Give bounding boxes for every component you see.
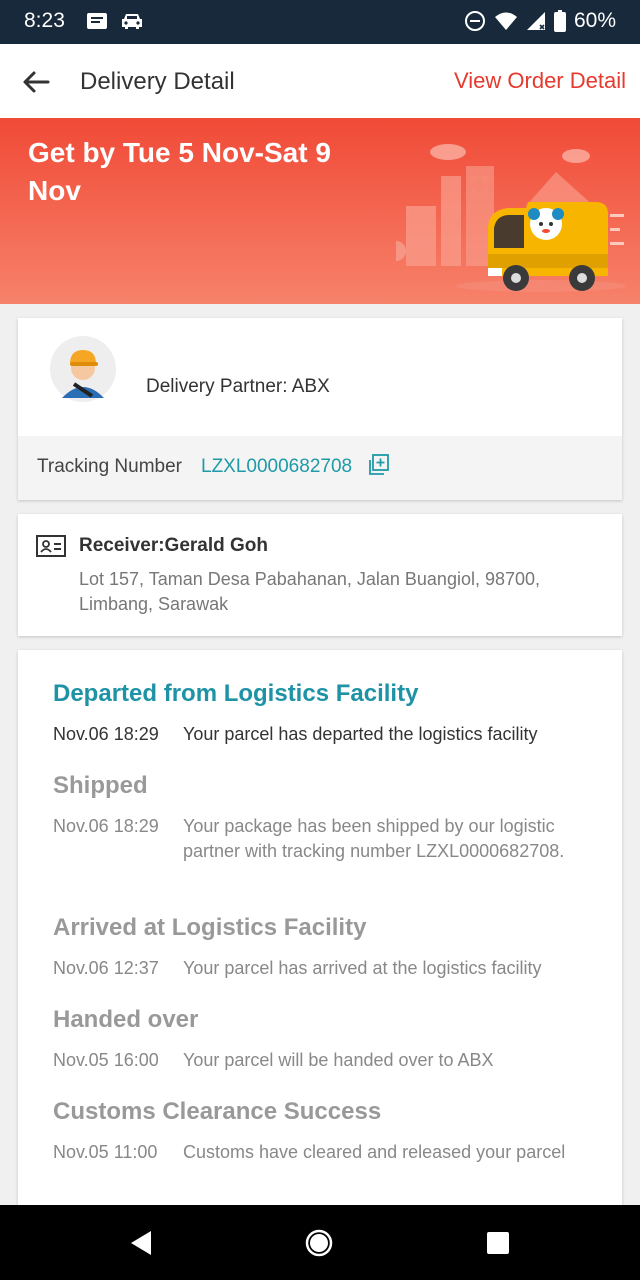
message-icon [87, 13, 107, 29]
timeline-event: Handed over Nov.05 16:00 Your parcel wil… [53, 1006, 613, 1073]
event-time: Nov.05 11:00 [53, 1142, 158, 1162]
timeline-event: Shipped Nov.06 18:29 Your package has be… [53, 772, 613, 864]
status-time: 8:23 [24, 9, 65, 32]
receiver-name: Receiver:Gerald Goh [79, 535, 269, 556]
status-bar: 8:23 60% [0, 0, 640, 44]
courier-avatar-icon [50, 336, 116, 402]
signal-icon [526, 12, 545, 30]
event-description: Your package has been shipped by our log… [183, 816, 565, 861]
back-arrow-icon[interactable] [20, 66, 52, 98]
event-description: Your parcel has departed the logistics f… [183, 724, 538, 744]
system-navigation-bar [0, 1205, 640, 1280]
event-title: Handed over [53, 1006, 199, 1033]
page-title: Delivery Detail [80, 68, 235, 95]
event-time: Nov.06 18:29 [53, 816, 159, 836]
home-nav-icon[interactable] [305, 1229, 333, 1257]
timeline-event: Departed from Logistics Facility Nov.06 … [53, 680, 613, 747]
wifi-icon [494, 12, 517, 30]
battery-icon [553, 10, 566, 32]
event-time: Nov.06 12:37 [53, 958, 159, 978]
event-time: Nov.05 16:00 [53, 1050, 159, 1070]
delivery-truck-illustration [396, 144, 626, 292]
copy-icon[interactable] [368, 454, 390, 476]
timeline-event: Customs Clearance Success Nov.05 11:00 C… [53, 1098, 613, 1165]
event-title: Departed from Logistics Facility [53, 680, 419, 707]
back-nav-icon[interactable] [127, 1229, 155, 1257]
event-description: Your parcel has arrived at the logistics… [183, 958, 542, 978]
tracking-number-label: Tracking Number [37, 456, 183, 477]
tracking-row: Tracking Number LZXL0000682708 [18, 436, 622, 500]
delivery-partner-label: Delivery Partner: ABX [146, 376, 330, 397]
receiver-address: Lot 157, Taman Desa Pabahanan, Jalan Bua… [79, 569, 541, 614]
event-title: Arrived at Logistics Facility [53, 914, 367, 941]
do-not-disturb-icon [464, 11, 485, 31]
app-header: Delivery Detail View Order Detail [0, 44, 640, 118]
tracking-number-value[interactable]: LZXL0000682708 [201, 456, 352, 478]
timeline-event: Arrived at Logistics Facility Nov.06 12:… [53, 914, 613, 981]
event-title: Shipped [53, 772, 148, 799]
delivery-banner: Get by Tue 5 Nov-Sat 9 Nov [0, 118, 640, 304]
view-order-detail-link[interactable]: View Order Detail [454, 68, 626, 94]
event-description: Customs have cleared and released your p… [183, 1142, 566, 1162]
recents-nav-icon[interactable] [484, 1229, 512, 1257]
event-time: Nov.06 18:29 [53, 724, 159, 744]
battery-percent: 60% [573, 9, 616, 32]
event-description: Your parcel will be handed over to ABX [183, 1050, 494, 1070]
estimated-delivery: Get by Tue 5 Nov-Sat 9 Nov [28, 137, 331, 206]
receiver-card: Receiver:Gerald Goh Lot 157, Taman Desa … [18, 514, 622, 636]
event-title: Customs Clearance Success [53, 1098, 382, 1125]
car-icon [122, 14, 142, 29]
tracking-timeline: Departed from Logistics Facility Nov.06 … [18, 650, 622, 1206]
id-card-icon [36, 535, 66, 557]
delivery-partner-card: Delivery Partner: ABX Tracking Number LZ… [18, 318, 622, 500]
